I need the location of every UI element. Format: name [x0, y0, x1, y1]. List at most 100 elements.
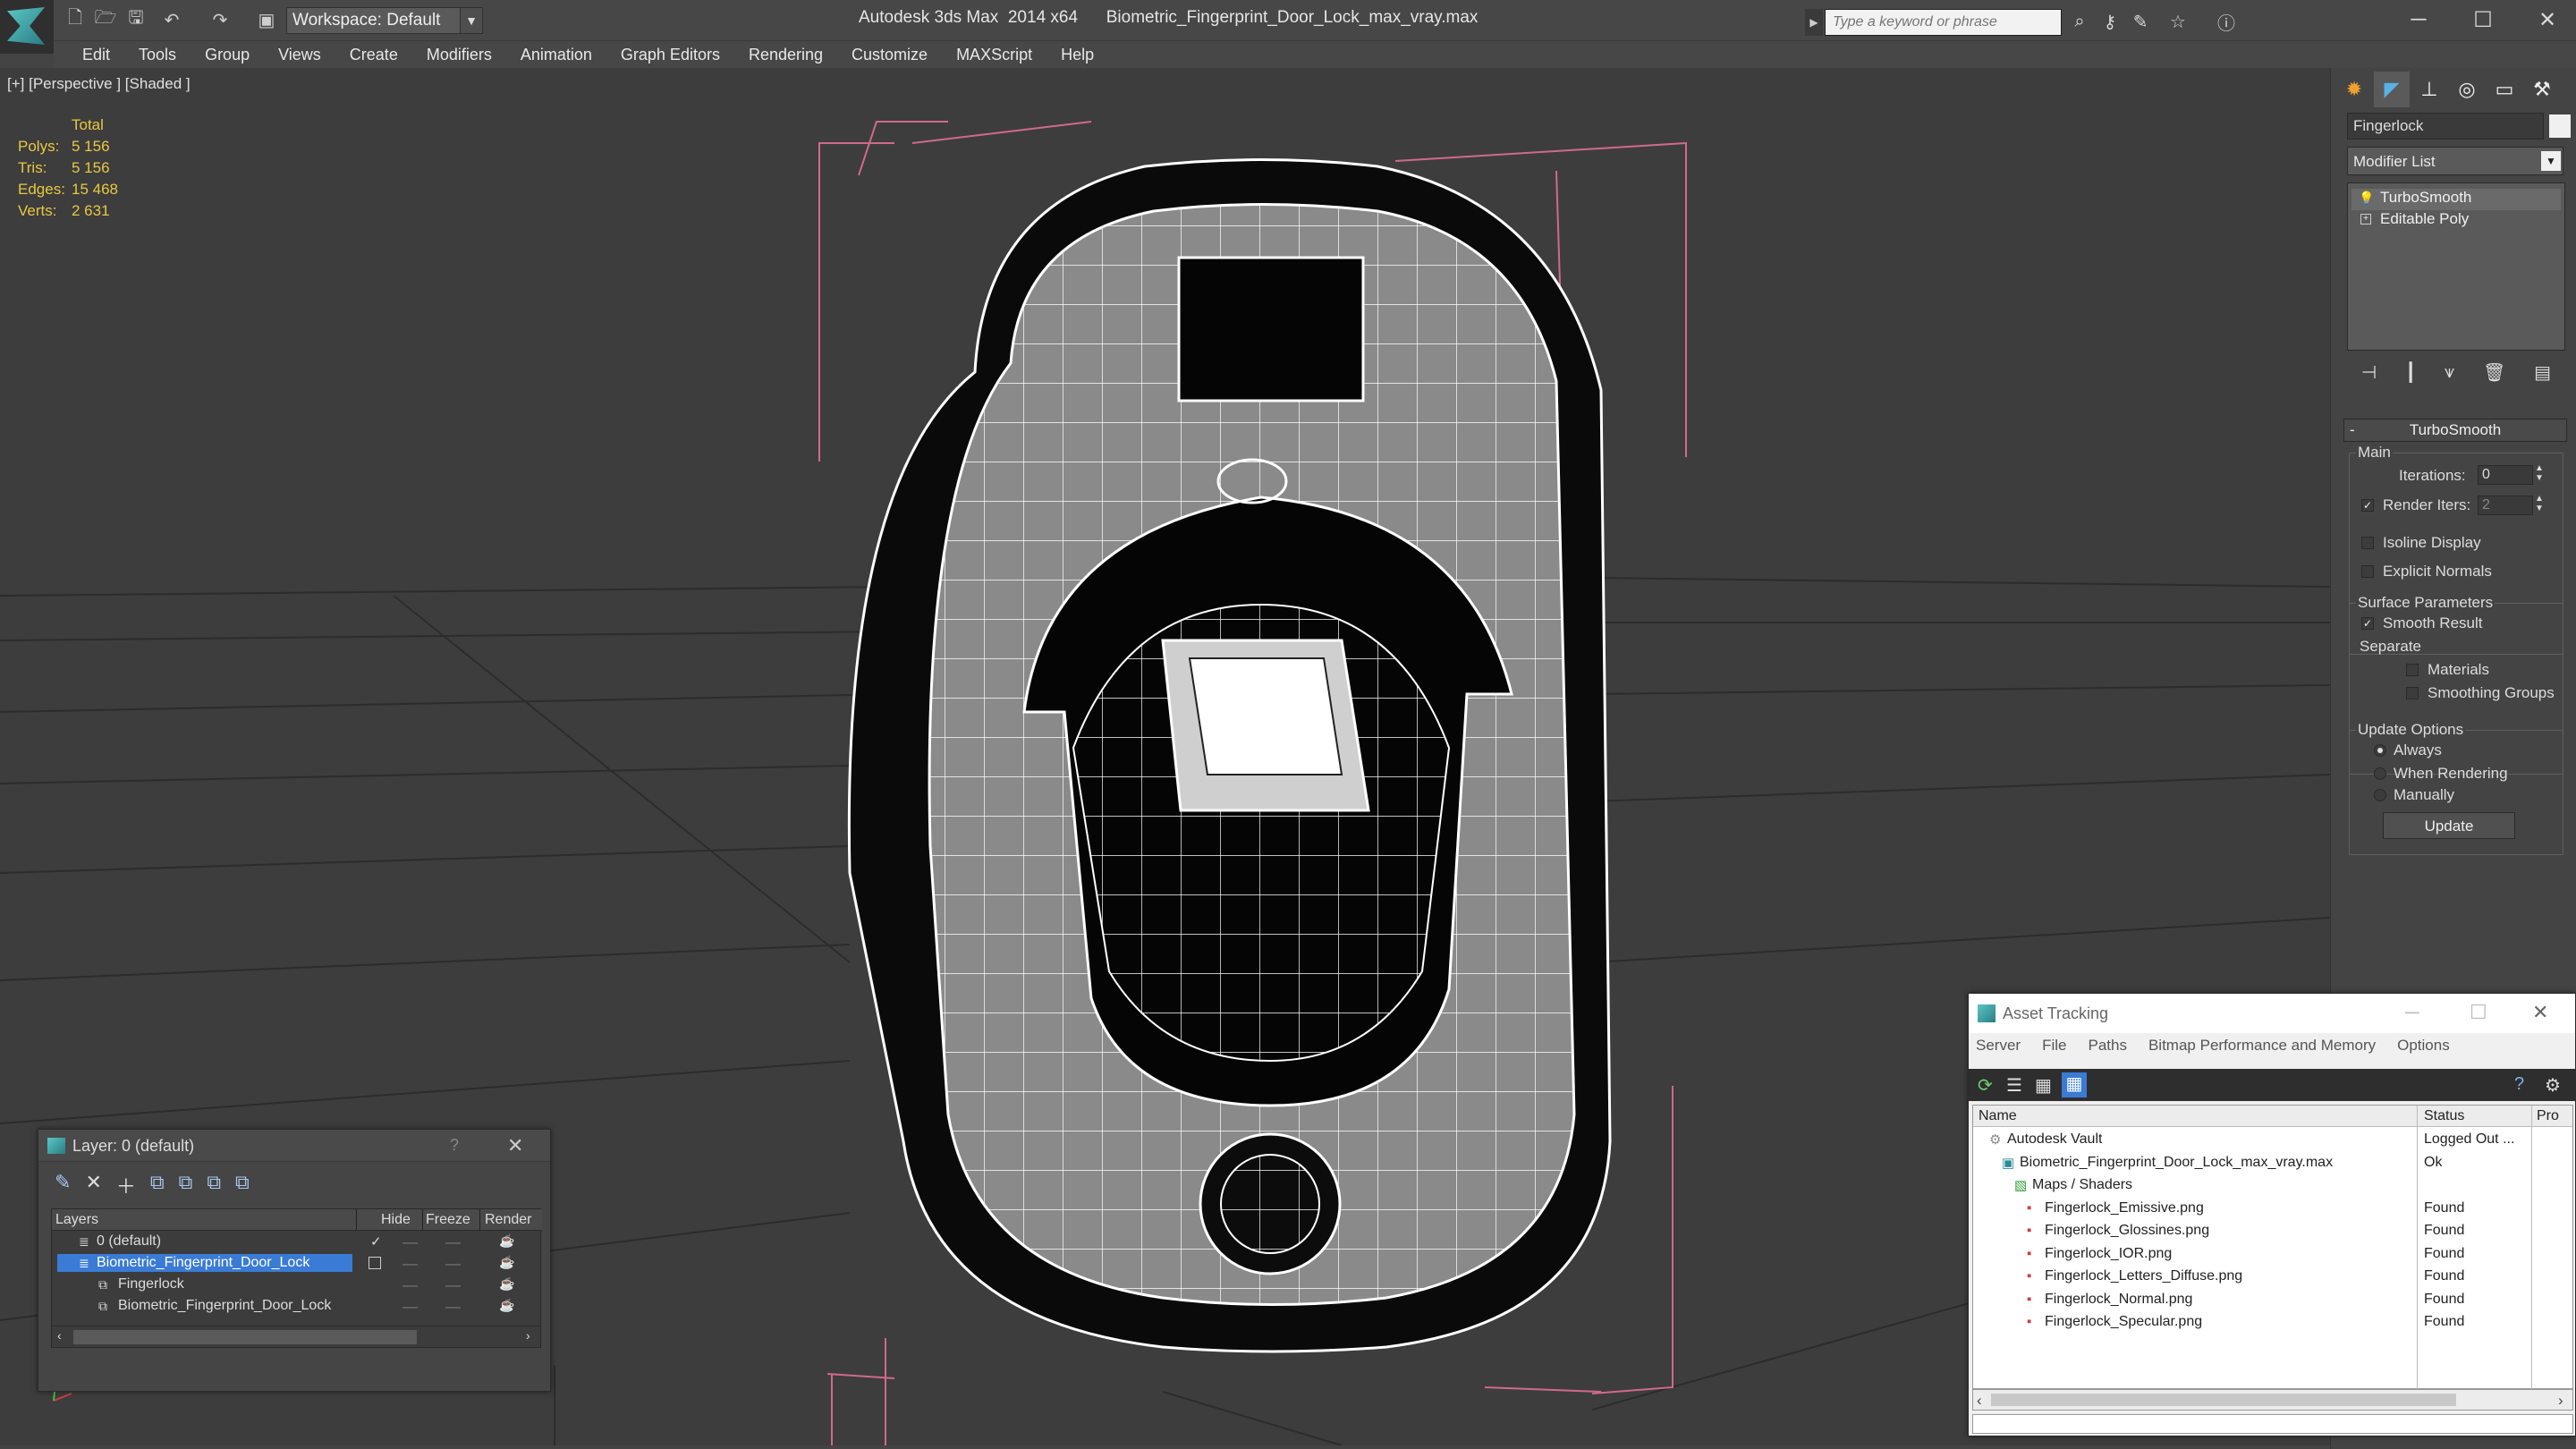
column-header[interactable]: Freeze	[426, 1212, 470, 1228]
hide-all-icon[interactable]: ⧉	[207, 1171, 221, 1198]
smooth-result-checkbox[interactable]: ✓	[2361, 617, 2374, 630]
column-header[interactable]: Layers	[55, 1212, 98, 1228]
update-manually-radio[interactable]	[2374, 789, 2386, 801]
asset-menu-item[interactable]: Server	[1976, 1037, 2021, 1062]
display-tab-icon[interactable]: ▭	[2487, 72, 2522, 107]
redo-icon[interactable]: ↷	[208, 7, 233, 32]
asset-row[interactable]: ▪ Fingerlock_Emissive.png Found	[1973, 1198, 2572, 1219]
stack-item-turbosmooth[interactable]: 💡 TurboSmooth	[2351, 189, 2561, 210]
menu-customize[interactable]: Customize	[837, 46, 942, 64]
menu-group[interactable]: Group	[191, 46, 264, 64]
asset-menu-item[interactable]: Paths	[2088, 1037, 2126, 1062]
save-file-icon[interactable]: 🖫	[123, 7, 148, 32]
asset-path-field[interactable]	[1972, 1414, 2573, 1434]
render-teapot-icon[interactable]: ☕	[499, 1255, 514, 1270]
asset-window-header[interactable]: Asset Tracking ─ ☐ ✕	[1969, 994, 2575, 1033]
render-iters-spinner[interactable]: 2	[2478, 496, 2533, 515]
spinner-arrows-icon[interactable]: ▲ ▼	[2535, 463, 2544, 483]
render-teapot-icon[interactable]: ☕	[499, 1233, 514, 1249]
layer-row[interactable]: ⧉ Fingerlock — — ☕	[52, 1274, 542, 1295]
freeze-toggle[interactable]: —	[445, 1276, 461, 1294]
binoculars-icon[interactable]: ⌕	[2066, 9, 2093, 34]
column-header[interactable]: Status	[2424, 1108, 2464, 1124]
asset-row[interactable]: ⚙ Autodesk Vault Logged Out ...	[1973, 1129, 2572, 1150]
project-folder-icon[interactable]: ▣	[254, 7, 279, 32]
modifier-list-dropdown[interactable]: Modifier List ▼	[2347, 147, 2563, 175]
freeze-toggle[interactable]: —	[445, 1233, 461, 1251]
help-button[interactable]: ?	[450, 1136, 459, 1155]
chevron-down-icon[interactable]: ▼	[2541, 151, 2561, 171]
table-view-icon[interactable]: ▦	[2062, 1072, 2087, 1097]
menu-animation[interactable]: Animation	[506, 46, 606, 64]
asset-row[interactable]: ▧ Maps / Shaders	[1973, 1174, 2572, 1196]
configure-modifier-sets-icon[interactable]: ▤	[2534, 361, 2551, 384]
minimize-icon[interactable]: ─	[2405, 1001, 2419, 1024]
asset-row[interactable]: ▪ Fingerlock_Normal.png Found	[1973, 1289, 2572, 1310]
asset-table[interactable]: Name Status Pro ⚙ Autodesk Vault Logged Ou…	[1972, 1105, 2573, 1390]
favorites-star-icon[interactable]: ☆	[2165, 9, 2191, 34]
settings-gear-icon[interactable]: ⚙	[2545, 1074, 2561, 1097]
hierarchy-tab-icon[interactable]: ⊥	[2411, 72, 2447, 107]
update-when-rendering-radio[interactable]	[2374, 767, 2386, 780]
make-unique-icon[interactable]: ⩛	[2445, 362, 2454, 383]
freeze-all-icon[interactable]: ⧉	[235, 1171, 250, 1198]
maximize-icon[interactable]: ☐	[2470, 1001, 2487, 1024]
search-expand-icon[interactable]: ▶	[1805, 9, 1823, 36]
hide-toggle[interactable]: —	[402, 1276, 418, 1294]
pin-stack-icon[interactable]: ⊣	[2361, 361, 2377, 384]
horizontal-scrollbar[interactable]: ‹ ›	[1972, 1389, 2573, 1411]
close-icon[interactable]: ✕	[2532, 1001, 2548, 1024]
horizontal-scrollbar[interactable]: ‹ ›	[52, 1326, 540, 1347]
modify-tab-icon[interactable]: ◤	[2374, 72, 2410, 107]
layer-row[interactable]: ⧉ Biometric_Fingerprint_Door_Lock — — ☕	[52, 1295, 542, 1317]
highlight-layer-icon[interactable]: ⧉	[179, 1171, 193, 1198]
update-always-radio[interactable]	[2374, 744, 2386, 757]
update-button[interactable]: Update	[2383, 812, 2515, 839]
asset-row[interactable]: ▪ Fingerlock_Letters_Diffuse.png Found	[1973, 1266, 2572, 1287]
scrollbar-thumb[interactable]	[73, 1330, 417, 1344]
asset-row[interactable]: ▪ Fingerlock_Glossines.png Found	[1973, 1220, 2572, 1241]
create-layer-icon[interactable]: ✎	[55, 1171, 71, 1198]
object-name-field[interactable]: Fingerlock	[2347, 113, 2544, 140]
undo-icon[interactable]: ↶	[159, 7, 184, 32]
add-to-layer-icon[interactable]: ＋	[116, 1171, 136, 1198]
remove-modifier-icon[interactable]: 🗑	[2483, 361, 2505, 384]
delete-layer-icon[interactable]: ✕	[85, 1171, 101, 1198]
asset-row[interactable]: ▣ Biometric_Fingerprint_Door_Lock_max_vra…	[1973, 1152, 2572, 1174]
column-header[interactable]: Pro	[2537, 1108, 2559, 1124]
active-layer-check-icon[interactable]: ✓	[370, 1233, 382, 1250]
smoothing-groups-checkbox[interactable]	[2406, 687, 2419, 699]
scrollbar-thumb[interactable]	[1991, 1394, 2456, 1406]
stack-item-editable-poly[interactable]: + Editable Poly	[2351, 210, 2561, 232]
spinner-arrows-icon[interactable]: ▲ ▼	[2535, 494, 2544, 513]
chevron-down-icon[interactable]: ▼	[460, 7, 483, 34]
close-icon[interactable]: ✕	[2529, 4, 2565, 36]
subscription-icon[interactable]: ⚷	[2097, 9, 2123, 34]
menu-rendering[interactable]: Rendering	[734, 46, 837, 64]
layer-list[interactable]: Layers Hide Freeze Render ≣ 0 (default) …	[51, 1208, 542, 1348]
scroll-left-icon[interactable]: ‹	[1977, 1392, 1982, 1410]
isoline-display-checkbox[interactable]	[2361, 537, 2374, 549]
menu-graph-editors[interactable]: Graph Editors	[606, 46, 734, 64]
turbosmooth-rollout-header[interactable]: - TurboSmooth	[2343, 419, 2567, 442]
utilities-tab-icon[interactable]: ⚒	[2524, 72, 2560, 107]
menu-modifiers[interactable]: Modifiers	[412, 46, 506, 64]
menu-maxscript[interactable]: MAXScript	[942, 46, 1046, 64]
render-teapot-icon[interactable]: ☕	[499, 1276, 514, 1292]
menu-help[interactable]: Help	[1046, 46, 1108, 64]
freeze-toggle[interactable]: —	[445, 1255, 461, 1273]
materials-checkbox[interactable]	[2406, 664, 2419, 676]
asset-row[interactable]: ▪ Fingerlock_IOR.png Found	[1973, 1243, 2572, 1265]
open-file-icon[interactable]: 🗁	[93, 7, 118, 32]
asset-menu-item[interactable]: Options	[2397, 1037, 2450, 1062]
asset-menu-item[interactable]: File	[2042, 1037, 2066, 1062]
asset-row[interactable]: ▪ Fingerlock_Specular.png Found	[1973, 1311, 2572, 1333]
column-header[interactable]: Render	[485, 1212, 531, 1228]
viewport-label[interactable]: [+] [Perspective ] [Shaded ]	[7, 75, 191, 93]
help-icon[interactable]: ⓘ	[2213, 9, 2240, 34]
menu-create[interactable]: Create	[335, 46, 412, 64]
freeze-toggle[interactable]: —	[445, 1298, 461, 1316]
refresh-icon[interactable]: ⟳	[1978, 1074, 1993, 1097]
menu-tools[interactable]: Tools	[124, 46, 191, 64]
render-teapot-icon[interactable]: ☕	[499, 1298, 514, 1313]
